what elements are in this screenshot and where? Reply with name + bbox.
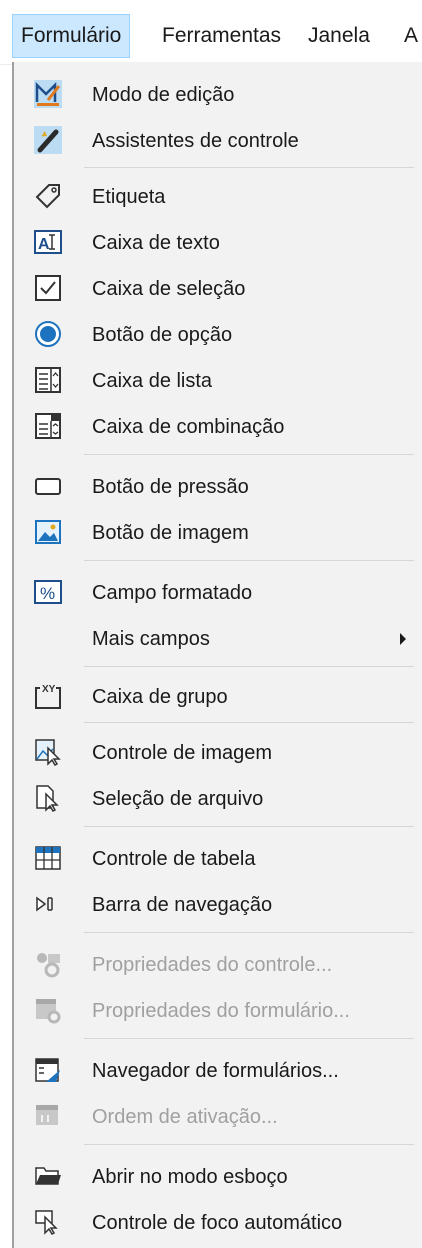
menu-item-label: Navegador de formulários... — [92, 1060, 339, 1082]
menu-item-controle-foco-automatico[interactable]: Controle de foco automático — [14, 1200, 422, 1246]
menu-item-label: Modo de edição — [92, 84, 235, 106]
svg-text:A: A — [38, 236, 50, 253]
menu-item-barra-navegacao[interactable]: Barra de navegação — [14, 882, 422, 928]
separator — [84, 666, 414, 667]
separator — [84, 722, 414, 723]
menu-item-label: Caixa de lista — [92, 370, 213, 392]
menu-item-label: Ordem de ativação... — [92, 1106, 278, 1128]
separator — [84, 826, 414, 827]
svg-text:XY: XY — [42, 684, 56, 695]
menu-item-label: Propriedades do formulário... — [92, 1000, 350, 1022]
separator — [84, 1144, 414, 1145]
formatted-field-icon: % — [34, 578, 62, 606]
text-box-icon: A — [34, 228, 62, 256]
menu-item-label: Caixa de combinação — [92, 416, 285, 438]
checkbox-icon — [34, 274, 62, 302]
group-box-icon: XY — [34, 682, 62, 710]
menu-item-botao-opcao[interactable]: Botão de opção — [14, 312, 422, 358]
menu-item-propriedades-controle: Propriedades do controle... — [14, 942, 422, 988]
menu-item-modo-edicao[interactable]: Modo de edição — [14, 72, 422, 118]
menu-item-controle-tabela[interactable]: Controle de tabela — [14, 836, 422, 882]
label-tag-icon — [34, 182, 62, 210]
menu-item-label: Campo formatado — [92, 582, 253, 604]
menu-ajuda[interactable]: A — [396, 16, 422, 56]
menu-item-etiqueta[interactable]: Etiqueta — [14, 174, 422, 220]
menu-item-label: Caixa de seleção — [92, 278, 246, 300]
menu-item-controle-imagem[interactable]: Controle de imagem — [14, 730, 422, 776]
separator — [84, 560, 414, 561]
radio-button-icon — [34, 320, 62, 348]
open-folder-icon — [34, 1162, 62, 1190]
menu-item-caixa-combinacao[interactable]: Caixa de combinação — [14, 404, 422, 450]
menu-item-abrir-modo-esboco[interactable]: Abrir no modo esboço — [14, 1154, 422, 1200]
image-button-icon — [34, 518, 62, 546]
auto-focus-icon — [34, 1208, 62, 1236]
menu-item-label: Seleção de arquivo — [92, 788, 264, 810]
menu-item-assistentes-controle[interactable]: Assistentes de controle — [14, 118, 422, 164]
menu-janela[interactable]: Janela — [300, 16, 378, 56]
menu-item-label: Caixa de grupo — [92, 686, 228, 708]
list-box-icon — [34, 366, 62, 394]
menu-item-label: Abrir no modo esboço — [92, 1166, 288, 1188]
menu-item-label: Botão de opção — [92, 324, 233, 346]
menu-item-label: Barra de navegação — [92, 894, 273, 916]
separator — [84, 1038, 414, 1039]
menu-item-botao-imagem[interactable]: Botão de imagem — [14, 510, 422, 556]
table-control-icon — [34, 844, 62, 872]
file-selection-icon — [34, 784, 62, 812]
separator — [84, 167, 414, 168]
submenu-arrow-icon — [400, 633, 406, 645]
menu-item-caixa-selecao[interactable]: Caixa de seleção — [14, 266, 422, 312]
combo-box-icon — [34, 412, 62, 440]
menu-item-campo-formatado[interactable]: % Campo formatado — [14, 570, 422, 616]
design-mode-icon — [34, 80, 62, 108]
image-control-icon — [34, 738, 62, 766]
menu-formulario[interactable]: Formulário — [12, 14, 131, 58]
menu-item-label: Mais campos — [92, 628, 210, 650]
menu-item-label: Botão de imagem — [92, 522, 249, 544]
menu-item-label: Propriedades do controle... — [92, 954, 333, 976]
menu-item-caixa-grupo[interactable]: XY Caixa de grupo — [14, 674, 422, 720]
menu-item-caixa-texto[interactable]: A Caixa de texto — [14, 220, 422, 266]
menu-item-label: Caixa de texto — [92, 232, 220, 254]
navigation-bar-icon — [34, 890, 62, 918]
menubar: Formulário Ferramentas Janela A — [0, 0, 422, 65]
menu-item-label: Controle de imagem — [92, 742, 273, 764]
separator — [84, 932, 414, 933]
menu-item-label: Controle de foco automático — [92, 1212, 343, 1234]
menu-item-label: Assistentes de controle — [92, 130, 299, 152]
menu-item-selecao-arquivo[interactable]: Seleção de arquivo — [14, 776, 422, 822]
formulario-dropdown-menu: Modo de edição Assistentes de controle E… — [12, 62, 422, 1248]
menu-item-mais-campos[interactable]: Mais campos — [14, 616, 422, 662]
push-button-icon — [34, 472, 62, 500]
menu-item-navegador-formularios[interactable]: Navegador de formulários... — [14, 1048, 422, 1094]
menu-item-propriedades-formulario: Propriedades do formulário... — [14, 988, 422, 1034]
menu-item-label: Etiqueta — [92, 186, 166, 208]
menu-item-botao-pressao[interactable]: Botão de pressão — [14, 464, 422, 510]
menu-ferramentas[interactable]: Ferramentas — [154, 16, 289, 56]
separator — [84, 454, 414, 455]
menu-item-ordem-ativacao: Ordem de ativação... — [14, 1094, 422, 1140]
svg-text:%: % — [40, 584, 55, 603]
menu-item-label: Botão de pressão — [92, 476, 249, 498]
control-properties-icon — [34, 950, 62, 978]
wizard-wand-icon — [34, 126, 62, 154]
activation-order-icon — [34, 1102, 62, 1130]
menu-item-label: Controle de tabela — [92, 848, 256, 870]
menu-item-caixa-lista[interactable]: Caixa de lista — [14, 358, 422, 404]
form-properties-icon — [34, 996, 62, 1024]
form-navigator-icon — [34, 1056, 62, 1084]
